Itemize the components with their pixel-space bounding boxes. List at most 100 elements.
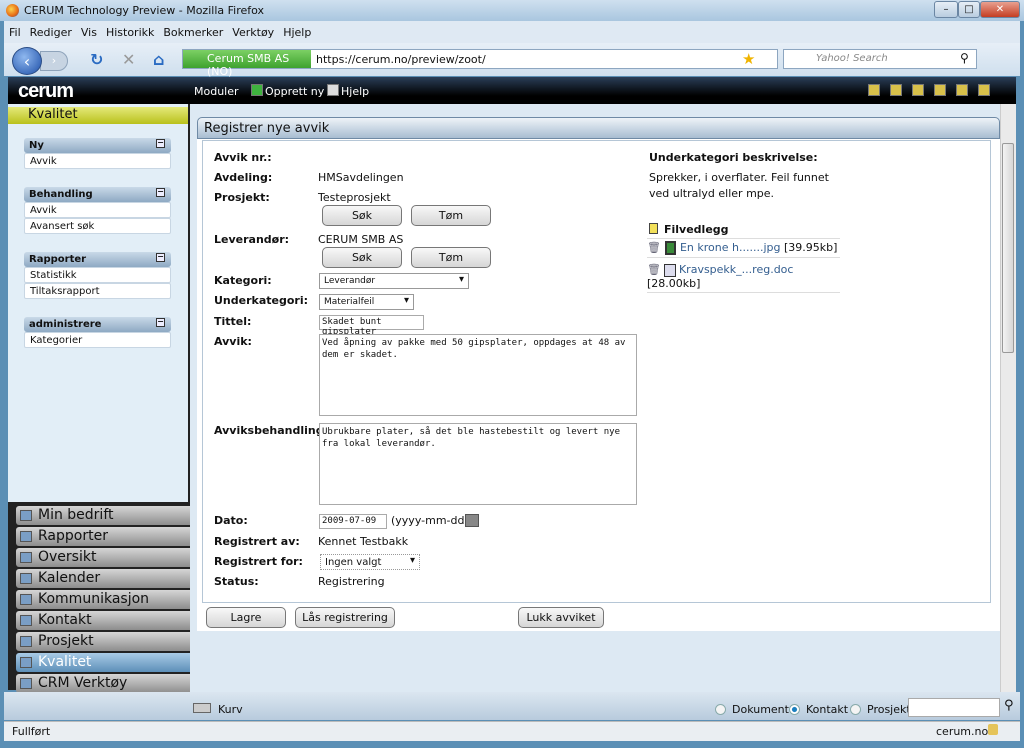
leverandor-value: CERUM SMB AS (318, 233, 404, 246)
module-prosjekt[interactable]: Prosjekt (16, 632, 194, 651)
module-oversikt[interactable]: Oversikt (16, 548, 194, 567)
create-new-link[interactable]: Opprett ny (265, 85, 324, 98)
logout-icon[interactable] (934, 84, 946, 96)
menu-hjelp[interactable]: Hjelp (278, 21, 315, 39)
dato-input[interactable]: 2009-07-09 (319, 514, 387, 529)
project-icon (20, 636, 32, 647)
glasses-icon (20, 657, 32, 668)
radio-kontakt[interactable] (789, 704, 800, 715)
site-identity-badge[interactable]: Cerum SMB AS (NO) (183, 50, 311, 78)
users-icon[interactable] (890, 84, 902, 96)
radio-dokument[interactable] (715, 704, 726, 715)
cart-link[interactable]: Kurv (218, 703, 243, 716)
module-rapporter[interactable]: Rapporter (16, 527, 194, 546)
radio-kontakt-label: Kontakt (806, 703, 849, 716)
avviksbehandling-textarea[interactable]: Ubrukbare plater, så det ble hastebestil… (319, 423, 637, 505)
avvik-textarea[interactable]: Ved åpning av pakke med 50 gipsplater, o… (319, 334, 637, 416)
prosjekt-search-button[interactable]: Søk (322, 205, 402, 226)
modules-link[interactable]: Moduler (194, 85, 239, 98)
registrert-for-select[interactable]: Ingen valgt (320, 554, 420, 570)
scrollbar-thumb[interactable] (1002, 143, 1014, 353)
back-button[interactable]: ‹ (12, 47, 42, 75)
sidebar-item-kategorier[interactable]: Kategorier (24, 332, 171, 348)
menu-bar: Fil Rediger Vis Historikk Bokmerker Verktøy Hj… (4, 21, 1020, 43)
subcategory-description: Sprekker, i overflater. Feil funnet ved … (649, 171, 829, 200)
module-kontakt[interactable]: Kontakt (16, 611, 194, 630)
module-kalender[interactable]: Kalender (16, 569, 194, 588)
search-magnifier-icon[interactable]: ⚲ (960, 51, 969, 65)
bookmark-star-icon[interactable]: ★ (742, 50, 755, 68)
help-link[interactable]: Hjelp (341, 85, 369, 98)
label-avvik: Avvik: (214, 335, 252, 348)
module-kommunikasjon[interactable]: Kommunikasjon (16, 590, 194, 609)
underkategori-select[interactable]: Materialfeil (319, 294, 414, 310)
toolbar-icon-1[interactable] (868, 84, 880, 96)
lock-icon[interactable] (988, 724, 998, 735)
sidebar-item-statistikk[interactable]: Statistikk (24, 267, 171, 283)
reload-icon[interactable]: ↻ (90, 50, 103, 69)
leverandor-search-button[interactable]: Søk (322, 247, 402, 268)
menu-bokmerker[interactable]: Bokmerker (158, 21, 227, 39)
status-bar (4, 721, 1020, 741)
status-domain: cerum.no (936, 725, 989, 738)
search-magnifier-icon[interactable]: ⚲ (1004, 698, 1014, 713)
page-title: Registrer nye avvik (197, 117, 1000, 139)
home-icon[interactable]: ⌂ (153, 50, 164, 69)
sidebar-item-avvik[interactable]: Avvik (24, 202, 171, 218)
lock-registration-button[interactable]: Lås registrering (295, 607, 395, 628)
quick-search-input[interactable] (908, 698, 1000, 717)
folder-search-icon[interactable] (956, 84, 968, 96)
sidebar-group-ny: Ny − Avvik (24, 138, 171, 169)
module-navigation: Min bedrift Rapporter Oversikt Kalender … (8, 502, 194, 693)
module-min-bedrift[interactable]: Min bedrift (16, 506, 194, 525)
collapse-icon: − (156, 317, 165, 327)
save-button[interactable]: Lagre (206, 607, 286, 628)
label-leverandor: Leverandør: (214, 233, 290, 246)
trash-icon[interactable]: 🗑 (647, 263, 661, 276)
attachment-row: 🗑 En krone h.......jpg [39.95kb] (647, 238, 840, 258)
contact-icon (20, 615, 32, 626)
menu-rediger[interactable]: Rediger (25, 21, 76, 39)
status-text: Fullført (12, 725, 51, 738)
stop-icon[interactable]: ✕ (122, 50, 135, 69)
leverandor-clear-button[interactable]: Tøm (411, 247, 491, 268)
label-prosjekt: Prosjekt: (214, 191, 270, 204)
close-window-button[interactable]: ✕ (980, 1, 1020, 18)
attachment-link[interactable]: Kravspekk_...reg.doc (679, 263, 794, 276)
menu-vis[interactable]: Vis (76, 21, 101, 39)
module-title: Kvalitet (8, 107, 188, 124)
maximize-button[interactable]: □ (958, 1, 980, 18)
attachment-row: 🗑 Kravspekk_...reg.doc [28.00kb] (647, 261, 840, 293)
communication-icon (20, 594, 32, 605)
calendar-picker-icon[interactable] (465, 514, 479, 527)
minimize-button[interactable]: – (934, 1, 958, 18)
reports-icon (20, 531, 32, 542)
url-text[interactable]: https://cerum.no/preview/zoot/ (316, 53, 486, 66)
tittel-input[interactable]: Skadet bunt gipsplater (319, 315, 424, 337)
attachment-link[interactable]: En krone h.......jpg (680, 241, 781, 254)
menu-fil[interactable]: Fil (4, 21, 25, 39)
module-crm-verktoy[interactable]: CRM Verktøy (16, 674, 194, 693)
help-icon (327, 84, 339, 96)
search-input[interactable]: Yahoo! Search (783, 49, 977, 69)
folder-search-icon-2[interactable] (978, 84, 990, 96)
sidebar-item-avvik[interactable]: Avvik (24, 153, 171, 169)
label-kategori: Kategori: (214, 274, 272, 287)
module-kvalitet[interactable]: Kvalitet (16, 653, 194, 672)
trash-icon[interactable]: 🗑 (647, 241, 661, 254)
radio-prosjekt[interactable] (850, 704, 861, 715)
cart-icon (193, 703, 211, 713)
prosjekt-value: Testeprosjekt (318, 191, 391, 204)
menu-historikk[interactable]: Historikk (101, 21, 158, 39)
toolbar-icon-3[interactable] (912, 84, 924, 96)
close-deviation-button[interactable]: Lukk avviket (518, 607, 604, 628)
sidebar-item-avansert-sok[interactable]: Avansert søk (24, 218, 171, 234)
forward-button[interactable]: › (40, 51, 68, 71)
label-underkategori: Underkategori: (214, 294, 309, 307)
kategori-select[interactable]: Leverandør (319, 273, 469, 289)
menu-verktoy[interactable]: Verktøy (227, 21, 278, 39)
sidebar-item-tiltaksrapport[interactable]: Tiltaksrapport (24, 283, 171, 299)
label-status: Status: (214, 575, 259, 588)
prosjekt-clear-button[interactable]: Tøm (411, 205, 491, 226)
cerum-logo[interactable]: cerum (18, 80, 74, 103)
